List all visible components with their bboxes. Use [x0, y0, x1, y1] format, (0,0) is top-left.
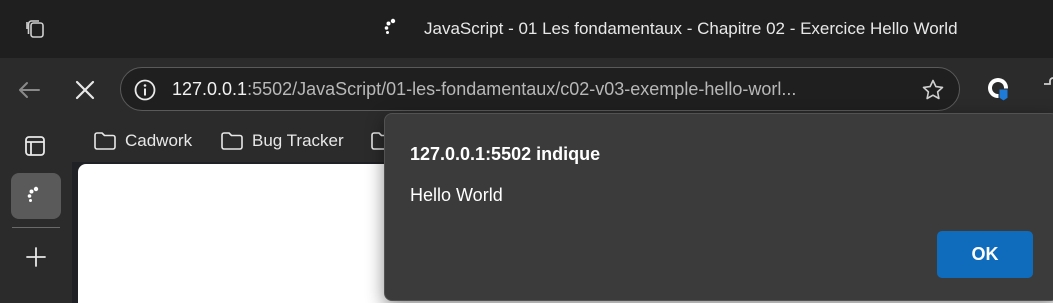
- sidebar-tab-active[interactable]: [11, 173, 61, 219]
- vertical-tabs-sidebar: [0, 120, 72, 303]
- window-title: JavaScript - 01 Les fondamentaux - Chapi…: [424, 19, 958, 38]
- url-text[interactable]: 127.0.0.1:5502/JavaScript/01-les-fondame…: [172, 79, 796, 100]
- extension-shield-icon[interactable]: [986, 76, 1012, 102]
- bookmark-label: Bug Tracker: [252, 131, 344, 150]
- address-bar[interactable]: 127.0.0.1:5502/JavaScript/01-les-fondame…: [120, 67, 960, 111]
- loading-spinner-icon: [27, 186, 39, 202]
- alert-dialog: 127.0.0.1:5502 indique Hello World OK: [384, 113, 1053, 301]
- sidebar-divider: [12, 227, 60, 228]
- stop-loading-icon[interactable]: [70, 75, 100, 105]
- ok-button[interactable]: OK: [937, 231, 1033, 278]
- back-arrow-icon[interactable]: [14, 75, 44, 105]
- bookmark-label: Cadwork: [125, 131, 193, 150]
- folder-icon: [221, 132, 243, 150]
- loading-spinner-icon: [384, 18, 396, 34]
- site-info-icon[interactable]: [133, 78, 157, 102]
- dialog-message: Hello World: [410, 185, 503, 205]
- bookmark-cadwork[interactable]: Cadwork: [93, 129, 192, 153]
- url-path: :5502/JavaScript/01-les-fondamentaux/c02…: [247, 79, 797, 99]
- browser-window: JavaScript - 01 Les fondamentaux - Chapi…: [0, 0, 1053, 303]
- extensions-icon[interactable]: [1040, 76, 1053, 102]
- sidebar-panel-icon[interactable]: [24, 135, 46, 157]
- plus-icon[interactable]: [24, 245, 48, 269]
- dialog-title: 127.0.0.1:5502 indique: [410, 144, 601, 164]
- folder-icon: [94, 132, 116, 150]
- toolbar: 127.0.0.1:5502/JavaScript/01-les-fondame…: [0, 58, 1053, 120]
- title-bar: JavaScript - 01 Les fondamentaux - Chapi…: [0, 0, 1053, 58]
- star-icon[interactable]: [921, 78, 945, 102]
- bookmark-bug-tracker[interactable]: Bug Tracker: [220, 129, 344, 153]
- workspaces-icon[interactable]: [24, 17, 48, 41]
- url-host: 127.0.0.1: [172, 79, 248, 99]
